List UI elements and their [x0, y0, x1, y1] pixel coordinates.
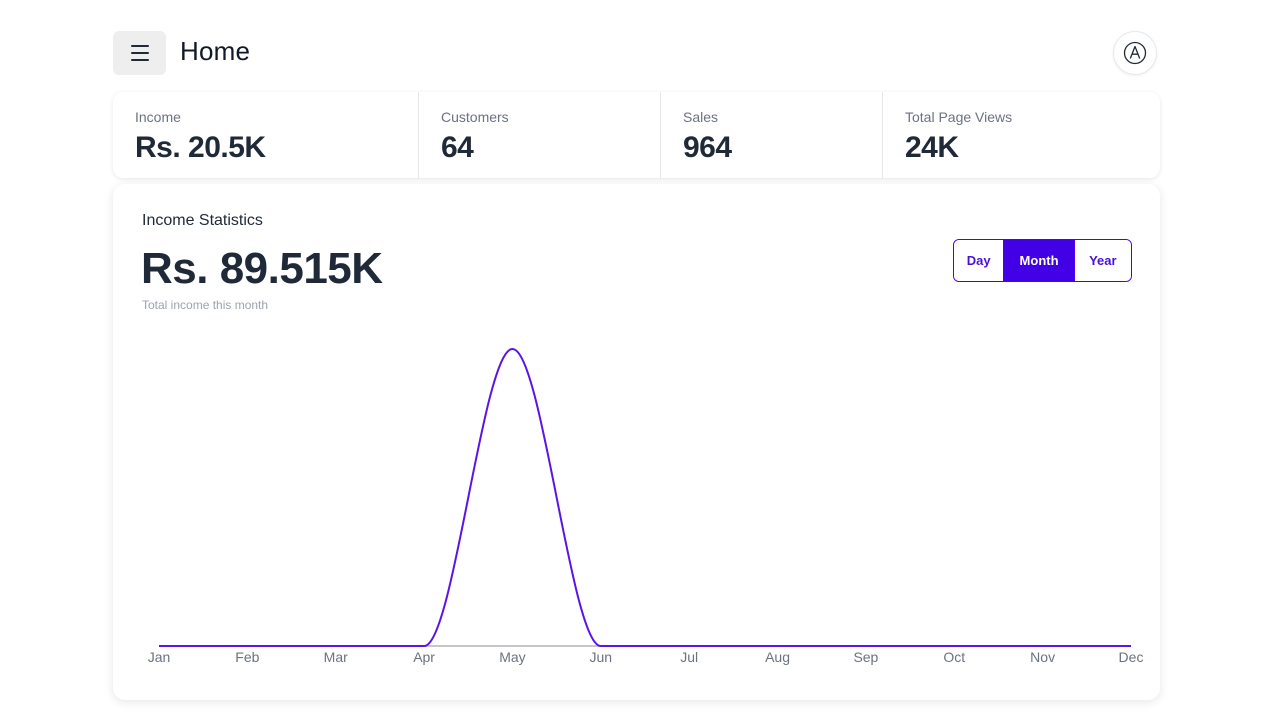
menu-button[interactable]	[113, 31, 166, 75]
avatar-button[interactable]	[1113, 31, 1157, 75]
x-tick-label: Sep	[853, 649, 878, 665]
stat-customers: Customers 64	[419, 92, 661, 178]
x-tick-label: Jul	[680, 649, 698, 665]
stat-label: Income	[135, 109, 181, 125]
stat-sales: Sales 964	[661, 92, 883, 178]
hamburger-menu-icon-bar	[130, 59, 149, 61]
x-tick-label: Feb	[235, 649, 259, 665]
dashboard-page: Home Income Rs. 20.5K Customers 64 Sales…	[0, 0, 1280, 720]
x-tick-label: Apr	[413, 649, 435, 665]
stats-summary-card: Income Rs. 20.5K Customers 64 Sales 964 …	[113, 92, 1160, 178]
income-statistics-card: Income Statistics Rs. 89.515K Total inco…	[113, 184, 1160, 700]
x-tick-label: May	[499, 649, 525, 665]
x-tick-label: Mar	[324, 649, 348, 665]
income-line-chart: Jan Feb Mar Apr May Jun Jul Aug Sep Oct Nov Dec	[148, 347, 1144, 665]
stat-label: Total Page Views	[905, 109, 1013, 125]
circled-a-icon	[1123, 41, 1147, 65]
stat-income: Income Rs. 20.5K	[113, 92, 419, 178]
x-tick-label: Nov	[1030, 649, 1055, 665]
x-tick-label: Jan	[148, 649, 171, 665]
stat-value: 964	[683, 131, 732, 164]
stat-value: 24K	[905, 131, 959, 164]
x-tick-label: Aug	[765, 649, 790, 665]
income-series-line	[159, 347, 1131, 648]
x-tick-label: Oct	[943, 649, 965, 665]
hamburger-menu-icon-bar	[130, 52, 149, 54]
page-title: Home	[180, 36, 251, 66]
hamburger-menu-icon	[130, 45, 149, 47]
stat-label: Sales	[683, 109, 719, 125]
stat-page-views: Total Page Views 24K	[883, 92, 1160, 178]
x-tick-label: Dec	[1119, 649, 1144, 665]
stat-value: Rs. 20.5K	[135, 131, 266, 164]
stat-value: 64	[441, 131, 474, 164]
stat-label: Customers	[441, 109, 509, 125]
x-tick-label: Jun	[590, 649, 613, 665]
